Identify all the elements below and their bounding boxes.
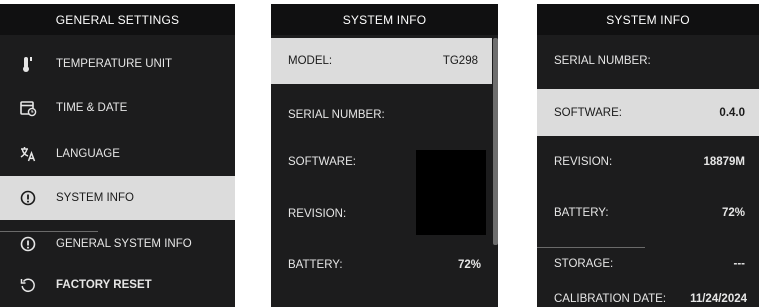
menu-item-time-date[interactable]: TIME & DATE bbox=[0, 86, 235, 130]
scrollbar[interactable] bbox=[493, 38, 498, 245]
menu-item-label: FACTORY RESET bbox=[56, 279, 152, 291]
thermometer-icon bbox=[23, 57, 32, 72]
menu-item-label: GENERAL SYSTEM INFO bbox=[56, 238, 192, 250]
info-row-serial-number[interactable]: SERIAL NUMBER: bbox=[537, 38, 759, 84]
reset-icon bbox=[20, 278, 35, 292]
info-row-software[interactable]: SOFTWARE: 0.4.0 bbox=[537, 89, 759, 136]
info-row-battery[interactable]: BATTERY: 72% bbox=[537, 190, 759, 236]
redacted-box bbox=[416, 150, 486, 235]
info-row-revision[interactable]: REVISION: 18879M bbox=[537, 139, 759, 185]
calendar-clock-icon bbox=[20, 101, 37, 117]
info-key: REVISION: bbox=[288, 208, 347, 220]
menu-item-label: TEMPERATURE UNIT bbox=[56, 58, 173, 70]
info-row-battery[interactable]: BATTERY: 72% bbox=[271, 242, 492, 288]
info-row-model[interactable]: MODEL: TG298 bbox=[271, 38, 492, 84]
menu-item-label: LANGUAGE bbox=[56, 148, 120, 160]
menu-item-language[interactable]: LANGUAGE bbox=[0, 132, 235, 176]
info-key: BATTERY: bbox=[554, 207, 609, 219]
menu-item-temperature-unit[interactable]: TEMPERATURE UNIT bbox=[0, 42, 235, 86]
system-info-screen-2: SYSTEM INFO SERIAL NUMBER: SOFTWARE: 0.4… bbox=[537, 4, 759, 307]
screen-title: SYSTEM INFO bbox=[537, 4, 759, 35]
screen-title: GENERAL SETTINGS bbox=[0, 4, 235, 35]
system-info-screen-1: SYSTEM INFO MODEL: TG298 SERIAL NUMBER: … bbox=[271, 4, 498, 307]
general-settings-screen: GENERAL SETTINGS TEMPERATURE UNIT TIME &… bbox=[0, 4, 235, 307]
menu-item-label: TIME & DATE bbox=[56, 102, 128, 114]
info-key: BATTERY: bbox=[288, 259, 343, 271]
info-key: SERIAL NUMBER: bbox=[554, 55, 651, 67]
info-key: SERIAL NUMBER: bbox=[288, 109, 385, 121]
translate-icon bbox=[20, 147, 36, 162]
info-key: REVISION: bbox=[554, 156, 613, 168]
menu-item-factory-reset[interactable]: FACTORY RESET bbox=[0, 263, 235, 307]
info-key: STORAGE: bbox=[554, 258, 614, 270]
info-value: 72% bbox=[721, 207, 745, 219]
menu-item-system-info[interactable]: SYSTEM INFO bbox=[0, 176, 235, 220]
menu-item-label: SYSTEM INFO bbox=[56, 192, 134, 204]
info-key: SOFTWARE: bbox=[554, 106, 622, 119]
menu-item-general-system-info[interactable]: GENERAL SYSTEM INFO bbox=[0, 222, 235, 266]
info-key: SOFTWARE: bbox=[288, 156, 356, 168]
info-icon bbox=[20, 236, 36, 252]
info-key: MODEL: bbox=[288, 55, 333, 67]
info-icon bbox=[20, 190, 36, 206]
info-value: 0.4.0 bbox=[719, 106, 745, 119]
info-value: --- bbox=[733, 258, 746, 270]
info-value: 11/24/2024 bbox=[690, 293, 747, 305]
info-value: 18879M bbox=[703, 156, 745, 168]
info-row-calibration-date[interactable]: CALIBRATION DATE: 11/24/2024 bbox=[537, 276, 759, 307]
info-row-serial-number[interactable]: SERIAL NUMBER: bbox=[271, 92, 492, 138]
info-value: TG298 bbox=[442, 55, 478, 67]
info-value: 72% bbox=[457, 259, 481, 271]
screen-title: SYSTEM INFO bbox=[271, 4, 498, 35]
info-key: CALIBRATION DATE: bbox=[554, 293, 667, 305]
